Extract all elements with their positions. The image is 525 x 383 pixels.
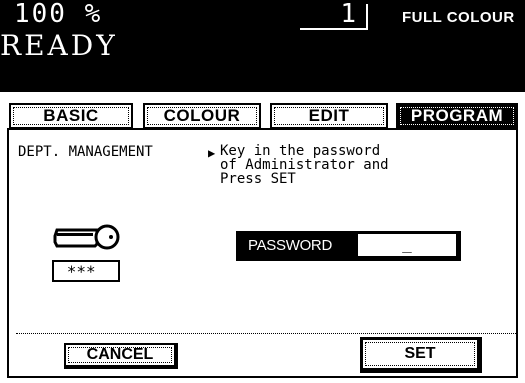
copy-count: 1 (340, 0, 356, 29)
ready-status: READY (0, 29, 118, 62)
masked-password-icon: ***_ (52, 260, 120, 282)
tab-basic-label: BASIC (43, 106, 99, 125)
cancel-button[interactable]: CANCEL (64, 343, 178, 369)
copy-count-box: 1 (300, 0, 368, 30)
instruction-text: Key in the password of Administrator and… (220, 143, 389, 187)
set-button[interactable]: SET (360, 337, 482, 373)
pointer-arrow-icon: ▶ (208, 146, 216, 160)
set-button-label: SET (404, 345, 436, 362)
tab-colour-label: COLOUR (163, 106, 241, 125)
password-box: PASSWORD _ (236, 231, 461, 261)
status-bar: 100 % 1 FULL COLOUR READY (0, 0, 525, 92)
key-icon (53, 224, 120, 250)
tab-edit-label: EDIT (308, 106, 350, 125)
password-value: _ (402, 234, 412, 253)
masked-password-text: ***_ (66, 261, 106, 281)
password-input[interactable]: _ (358, 234, 456, 256)
tab-program-label: PROGRAM (410, 106, 504, 125)
tab-basic[interactable]: BASIC (9, 103, 133, 129)
zoom-ratio: 100 % (14, 0, 103, 29)
panel-title: DEPT. MANAGEMENT (18, 144, 153, 160)
tab-colour[interactable]: COLOUR (143, 103, 261, 129)
cancel-button-label: CANCEL (86, 346, 154, 363)
password-label: PASSWORD (248, 237, 332, 254)
divider (16, 333, 516, 334)
tab-program[interactable]: PROGRAM (396, 103, 518, 129)
tab-edit[interactable]: EDIT (270, 103, 388, 129)
colour-mode: FULL COLOUR (402, 9, 515, 26)
